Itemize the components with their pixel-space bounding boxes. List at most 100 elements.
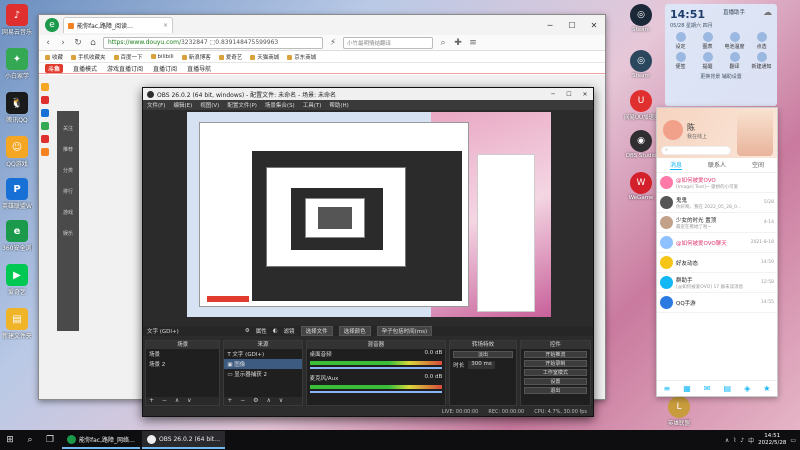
filter-icon[interactable]: ◐ bbox=[273, 328, 278, 334]
bookmark-item[interactable]: 天猫商城 bbox=[250, 53, 279, 61]
transition-select[interactable]: 淡出 bbox=[453, 351, 513, 358]
widget-tool[interactable]: 设定 bbox=[668, 32, 693, 50]
desktop-icon-app2[interactable]: ✦ 小白家学 bbox=[2, 48, 32, 80]
widget-tool[interactable]: 翻译 bbox=[722, 52, 747, 70]
menu-profile[interactable]: 配置文件(P) bbox=[227, 101, 257, 109]
tool-icon[interactable] bbox=[41, 135, 49, 143]
tool-icon[interactable] bbox=[41, 83, 49, 91]
close-tab-icon[interactable]: × bbox=[163, 22, 168, 29]
start-streaming-button[interactable]: 开始推流 bbox=[523, 351, 587, 358]
bookmark-item[interactable]: 爱奇艺 bbox=[219, 53, 243, 61]
chat-item[interactable]: @如何被爱OVO聊天 2021-8-18 bbox=[657, 233, 777, 253]
desktop-icon-obs[interactable]: ◉ OBS Studio bbox=[624, 130, 658, 159]
search-input[interactable]: 小竹最明情结翻译 bbox=[343, 36, 433, 49]
studio-mode-button[interactable]: 工作室模式 bbox=[523, 369, 587, 376]
desktop-icon-uu[interactable]: U 网易UU加速器 bbox=[624, 90, 660, 121]
desktop-icon-wegame-r[interactable]: W WeGame bbox=[624, 172, 658, 201]
close-button[interactable]: ✕ bbox=[583, 21, 605, 30]
tab-space[interactable]: 空间 bbox=[752, 160, 764, 170]
start-recording-button[interactable]: 开始录制 bbox=[523, 360, 587, 367]
scene-item[interactable]: 场景 2 bbox=[146, 359, 219, 369]
menu-icon[interactable]: ≡ bbox=[468, 38, 478, 48]
site-sidebar-item[interactable]: 推荐 bbox=[57, 146, 79, 153]
lightning-icon[interactable]: ⚡ bbox=[328, 38, 338, 48]
search-icon[interactable]: ⌕ bbox=[438, 38, 448, 48]
site-sidebar-item[interactable]: 分类 bbox=[57, 167, 79, 174]
avatar[interactable] bbox=[663, 120, 683, 140]
site-nav-item[interactable]: 直播导航 bbox=[187, 64, 211, 73]
language-indicator[interactable]: 中 bbox=[748, 436, 754, 445]
site-sidebar-item[interactable]: 排行 bbox=[57, 188, 79, 195]
widget-tool[interactable]: 便签 bbox=[668, 52, 693, 70]
forward-icon[interactable]: › bbox=[58, 38, 68, 48]
menu-tools[interactable]: 工具(T) bbox=[303, 101, 322, 109]
chevron-up-icon[interactable]: ∧ bbox=[725, 437, 729, 444]
folder-icon[interactable]: ▤ bbox=[724, 384, 732, 393]
back-icon[interactable]: ‹ bbox=[43, 38, 53, 48]
chat-item[interactable]: 少女的时光 置顶 最近在看她了啦~ 4-14 bbox=[657, 213, 777, 233]
taskbar-clock[interactable]: 14:51 2022/5/28 bbox=[758, 433, 786, 447]
menu-help[interactable]: 帮助(H) bbox=[329, 101, 348, 109]
menu-file[interactable]: 文件(F) bbox=[147, 101, 165, 109]
desktop-icon-netease-music[interactable]: ♪ 网易云音乐 bbox=[2, 4, 32, 36]
tool-icon[interactable] bbox=[41, 122, 49, 130]
site-sidebar-item[interactable]: 娱乐 bbox=[57, 230, 79, 237]
filters-button[interactable]: 滤镜 bbox=[284, 327, 295, 335]
user-status[interactable]: 我在线上 bbox=[687, 133, 707, 140]
menu-icon[interactable]: ≡ bbox=[664, 384, 671, 393]
notification-icon[interactable]: ▭ bbox=[790, 437, 796, 444]
site-nav-item[interactable]: 直播模式 bbox=[73, 64, 97, 73]
task-view-icon[interactable]: ❐ bbox=[40, 430, 60, 450]
select-color-button[interactable]: 选择颜色 bbox=[338, 326, 371, 336]
network-icon[interactable]: ⌇ bbox=[733, 437, 736, 444]
chat-item[interactable]: QQ手游 14:55 bbox=[657, 293, 777, 313]
site-nav-item[interactable]: 直播订阅 bbox=[153, 64, 177, 73]
dock-footer-buttons[interactable]: + − ∧ ∨ bbox=[146, 397, 220, 405]
widget-tool[interactable]: 电池温度 bbox=[722, 32, 747, 50]
extensions-icon[interactable]: ✚ bbox=[453, 38, 463, 48]
menu-edit[interactable]: 编辑(E) bbox=[173, 101, 192, 109]
apps-icon[interactable]: ▦ bbox=[683, 384, 691, 393]
bookmark-item[interactable]: 京东商城 bbox=[287, 53, 316, 61]
tab-contacts[interactable]: 联系人 bbox=[708, 160, 726, 170]
mail-icon[interactable]: ✉ bbox=[704, 384, 711, 393]
site-sidebar-item[interactable]: 游戏 bbox=[57, 209, 79, 216]
taskbar-item-obs[interactable]: OBS 26.0.2 (64 bit… bbox=[142, 431, 226, 449]
tool-icon[interactable] bbox=[41, 109, 49, 117]
volume-slider[interactable] bbox=[309, 367, 443, 369]
site-logo[interactable]: 斗鱼 bbox=[45, 63, 64, 73]
game-icon[interactable]: ◈ bbox=[744, 384, 750, 393]
select-file-button[interactable]: 选择文件 bbox=[300, 326, 333, 336]
minimize-button[interactable]: ─ bbox=[539, 21, 561, 30]
chat-item[interactable]: 群助手 [@如何被爱OVO] 17 群未读消息 12:58 bbox=[657, 273, 777, 293]
source-item[interactable]: T 文字 (GDI+) bbox=[224, 349, 301, 359]
desktop-icon-lol[interactable]: L 英雄联盟 bbox=[662, 396, 696, 427]
desktop-icon-qqgame[interactable]: ☺ QQ游戏 bbox=[2, 136, 32, 168]
obs-preview[interactable] bbox=[187, 112, 551, 317]
windows-start-icon[interactable]: ⊞ bbox=[0, 430, 20, 450]
maximize-button[interactable]: ☐ bbox=[561, 91, 577, 98]
browser-tab[interactable]: 能你fac,路障_阅读… × bbox=[63, 17, 173, 33]
close-button[interactable]: ✕ bbox=[577, 91, 593, 98]
site-sidebar-item[interactable]: 关注 bbox=[57, 125, 79, 132]
volume-slider[interactable] bbox=[309, 391, 443, 393]
widget-tool[interactable]: 图表 bbox=[695, 32, 720, 50]
dock-footer-buttons[interactable]: + − ⚙ ∧ ∨ bbox=[224, 397, 302, 405]
tab-messages[interactable]: 消息 bbox=[669, 160, 682, 170]
menu-view[interactable]: 视图(V) bbox=[200, 101, 219, 109]
tool-icon[interactable] bbox=[41, 96, 49, 104]
chat-item[interactable]: @如何被爱OVO [Image] Text]~ 傲娇的小可爱 bbox=[657, 173, 777, 193]
widget-tool[interactable]: 提醒 bbox=[695, 52, 720, 70]
site-nav-item[interactable]: 游戏直播订阅 bbox=[107, 64, 143, 73]
bookmark-item[interactable]: bilibili bbox=[151, 54, 174, 60]
widget-tool[interactable]: 新建通知 bbox=[749, 52, 774, 70]
search-icon[interactable]: ⌕ bbox=[20, 430, 40, 450]
home-icon[interactable]: ⌂ bbox=[88, 38, 98, 48]
desktop-icon-wegame[interactable]: P 英雄联盟WeGame bbox=[2, 178, 32, 210]
exit-button[interactable]: 退出 bbox=[523, 387, 587, 394]
chat-item[interactable]: 好友动态 14:50 bbox=[657, 253, 777, 273]
bookmark-item[interactable]: 新浪博客 bbox=[182, 53, 211, 61]
taskbar-item-browser[interactable]: 能你fac,路障_网络… bbox=[62, 431, 140, 449]
bookmark-item[interactable]: 手机收藏夹 bbox=[71, 53, 106, 61]
refresh-icon[interactable]: ↻ bbox=[73, 38, 83, 48]
